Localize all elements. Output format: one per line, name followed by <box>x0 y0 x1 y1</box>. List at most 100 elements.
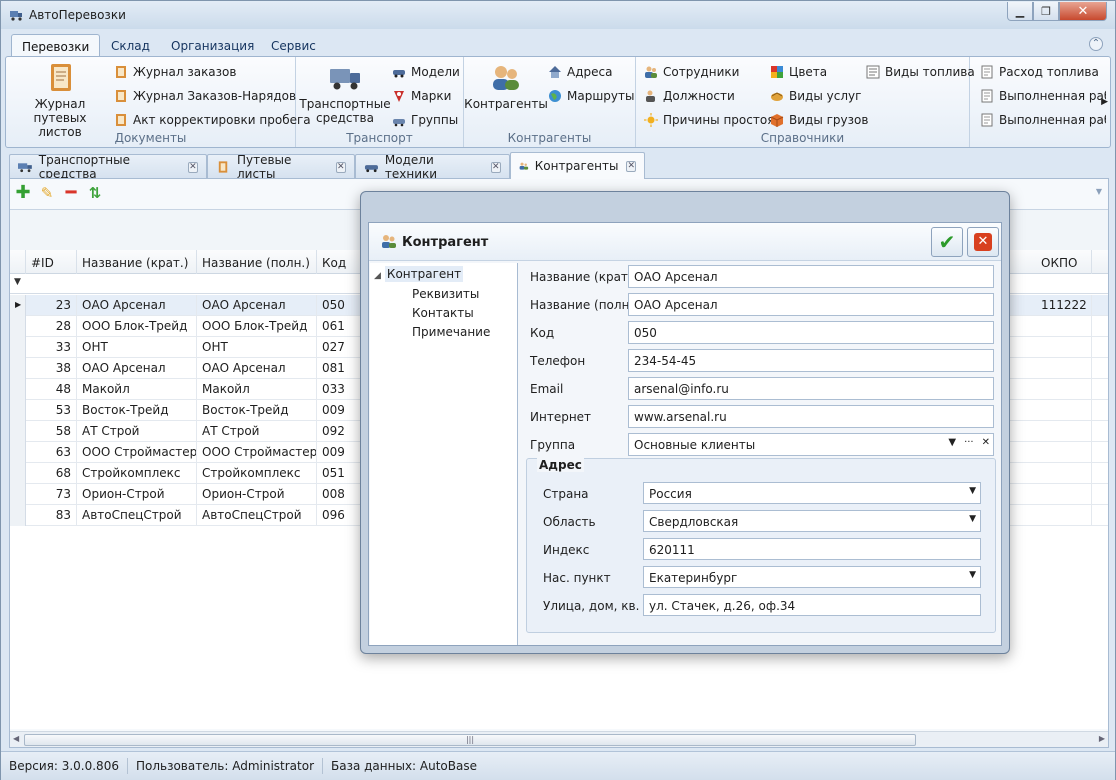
orders-journal-button[interactable]: Журнал заказов <box>114 62 236 82</box>
full-name-input[interactable]: ОАО Арсенал <box>628 293 994 316</box>
scrollbar-thumb[interactable]: ||| <box>24 734 916 746</box>
cell-full-name[interactable]: Восток-Трейд <box>197 400 317 421</box>
tree-node-contractor[interactable]: ◢ Контрагент <box>374 266 464 282</box>
col-header-short-name[interactable]: Название (крат.) <box>77 250 197 274</box>
cell-okpo[interactable] <box>1036 337 1092 358</box>
positions-button[interactable]: Должности <box>644 86 735 106</box>
cell-full-name[interactable]: АТ Строй <box>197 421 317 442</box>
row-indicator[interactable] <box>10 484 26 505</box>
row-indicator[interactable] <box>10 505 26 526</box>
chevron-down-icon[interactable]: ▼ <box>969 486 976 496</box>
close-tab-icon[interactable]: ✕ <box>490 161 501 173</box>
ribbon-collapse-icon[interactable]: ⌃ <box>1089 37 1103 51</box>
tree-node-requisites[interactable]: Реквизиты <box>412 287 479 301</box>
cell-okpo[interactable] <box>1036 400 1092 421</box>
filter-icon[interactable]: ▼ <box>14 277 21 287</box>
cell-short-name[interactable]: Макойл <box>77 379 197 400</box>
cell-short-name[interactable]: ОАО Арсенал <box>77 358 197 379</box>
cell-full-name[interactable]: ООО Блок-Трейд <box>197 316 317 337</box>
postcode-input[interactable]: 620111 <box>643 538 981 560</box>
trip-sheets-journal-button[interactable]: Журнал путевых листов <box>12 61 108 139</box>
cell-id[interactable]: 73 <box>26 484 77 505</box>
doc-tab-contractors[interactable]: Контрагенты ✕ <box>510 152 645 179</box>
cell-okpo[interactable] <box>1036 463 1092 484</box>
ribbon-tab-servis[interactable]: Сервис <box>261 34 326 57</box>
toolbar-dropdown-icon[interactable]: ▼ <box>1096 187 1102 196</box>
tree-node-contacts[interactable]: Контакты <box>412 306 474 320</box>
cell-id[interactable]: 28 <box>26 316 77 337</box>
completed-work-button-2[interactable]: Выполненная рабо <box>980 110 1106 130</box>
minimize-button[interactable]: ▁ <box>1007 2 1033 21</box>
cell-full-name[interactable]: ОАО Арсенал <box>197 295 317 316</box>
fuel-types-button[interactable]: Виды топлива <box>866 62 975 82</box>
cell-id[interactable]: 83 <box>26 505 77 526</box>
cell-id[interactable]: 33 <box>26 337 77 358</box>
maximize-button[interactable]: ❐ <box>1033 2 1059 21</box>
cargo-types-button[interactable]: Виды грузов <box>770 110 868 130</box>
cell-full-name[interactable]: ООО Строймастер <box>197 442 317 463</box>
cell-okpo[interactable] <box>1036 505 1092 526</box>
close-tab-icon[interactable]: ✕ <box>335 161 346 173</box>
row-indicator[interactable] <box>10 358 26 379</box>
group-select[interactable]: Основные клиенты ▼ ··· ✕ <box>628 433 994 456</box>
doc-tab-models[interactable]: Модели техники ✕ <box>355 153 510 181</box>
horizontal-scrollbar[interactable]: ◀ ||| ▶ <box>10 731 1108 747</box>
row-indicator[interactable] <box>10 400 26 421</box>
website-input[interactable]: www.arsenal.ru <box>628 405 994 428</box>
cell-short-name[interactable]: Стройкомплекс <box>77 463 197 484</box>
col-header-id[interactable]: #ID <box>26 250 77 274</box>
mileage-act-button[interactable]: Акт корректировки пробега <box>114 110 311 130</box>
doc-tab-vehicles[interactable]: Транспортные средства ✕ <box>9 153 207 181</box>
row-indicator[interactable] <box>10 379 26 400</box>
region-select[interactable]: Свердловская ▼ <box>643 510 981 532</box>
row-indicator[interactable] <box>10 442 26 463</box>
cell-short-name[interactable]: ООО Блок-Трейд <box>77 316 197 337</box>
email-input[interactable]: arsenal@info.ru <box>628 377 994 400</box>
close-tab-icon[interactable]: ✕ <box>626 160 636 172</box>
chevron-down-icon[interactable]: ▼ <box>948 437 956 448</box>
cell-short-name[interactable]: Орион-Строй <box>77 484 197 505</box>
chevron-down-icon[interactable]: ▼ <box>969 514 976 524</box>
row-indicator[interactable] <box>10 463 26 484</box>
ok-checkmark-button[interactable]: ✔ <box>931 227 963 257</box>
cell-okpo[interactable] <box>1036 484 1092 505</box>
service-types-button[interactable]: Виды услуг <box>770 86 861 106</box>
chevron-down-icon[interactable]: ▼ <box>969 570 976 580</box>
cell-full-name[interactable]: Стройкомплекс <box>197 463 317 484</box>
scroll-right-icon[interactable]: ▶ <box>1099 734 1105 743</box>
cell-okpo[interactable] <box>1036 358 1092 379</box>
scroll-left-icon[interactable]: ◀ <box>13 734 19 743</box>
contractors-button[interactable]: Контрагенты <box>464 61 548 111</box>
ribbon-tab-organizatsiya[interactable]: Организация <box>161 34 264 57</box>
cell-okpo[interactable] <box>1036 421 1092 442</box>
ribbon-tab-sklad[interactable]: Склад <box>101 34 160 57</box>
ellipsis-icon[interactable]: ··· <box>964 437 974 448</box>
models-button[interactable]: Модели <box>392 62 460 82</box>
downtime-reasons-button[interactable]: Причины простоя <box>644 110 774 130</box>
work-orders-journal-button[interactable]: Журнал Заказов-Нарядов <box>114 86 296 106</box>
tree-node-note[interactable]: Примечание <box>412 325 490 339</box>
short-name-input[interactable]: ОАО Арсенал <box>628 265 994 288</box>
cell-id[interactable]: 53 <box>26 400 77 421</box>
ribbon-tab-perevozki[interactable]: Перевозки <box>11 34 101 57</box>
row-indicator[interactable] <box>10 421 26 442</box>
groups-button[interactable]: Группы <box>392 110 458 130</box>
cell-short-name[interactable]: Восток-Трейд <box>77 400 197 421</box>
addresses-button[interactable]: Адреса <box>548 62 612 82</box>
employees-button[interactable]: Сотрудники <box>644 62 739 82</box>
cell-id[interactable]: 23 <box>26 295 77 316</box>
current-row-arrow-icon[interactable]: ▶ <box>10 295 26 316</box>
doc-tab-trip-sheets[interactable]: Путевые листы ✕ <box>207 153 355 181</box>
city-select[interactable]: Екатеринбург ▼ <box>643 566 981 588</box>
brands-button[interactable]: Марки <box>392 86 451 106</box>
clear-x-icon[interactable]: ✕ <box>982 437 990 448</box>
phone-input[interactable]: 234-54-45 <box>628 349 994 372</box>
col-header-okpo[interactable]: ОКПО <box>1036 250 1092 274</box>
fuel-consumption-button[interactable]: Расход топлива <box>980 62 1099 82</box>
close-tab-icon[interactable]: ✕ <box>187 161 199 173</box>
refresh-icon[interactable]: ⇅ <box>86 184 104 202</box>
cell-short-name[interactable]: ОАО Арсенал <box>77 295 197 316</box>
cell-id[interactable]: 38 <box>26 358 77 379</box>
cell-short-name[interactable]: АТ Строй <box>77 421 197 442</box>
row-indicator[interactable] <box>10 337 26 358</box>
